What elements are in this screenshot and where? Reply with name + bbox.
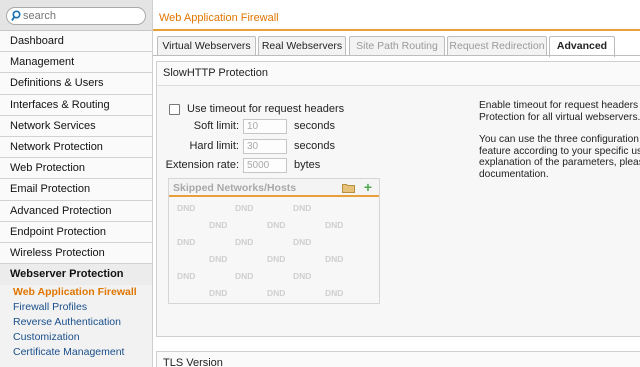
dnd-placeholder: DND <box>177 271 196 281</box>
dnd-placeholder: DND <box>267 254 286 264</box>
sidebar-item-network-protection[interactable]: Network Protection <box>0 136 152 159</box>
dnd-placeholder: DND <box>267 288 286 298</box>
sidebar-item-management[interactable]: Management <box>0 52 152 74</box>
hard-limit-input[interactable] <box>243 139 287 154</box>
sidebar-subitem-reverse-authentication[interactable]: Reverse Authentication <box>0 315 152 330</box>
tab-site-path-routing[interactable]: Site Path Routing <box>349 36 445 56</box>
sidebar-item-definitions-users[interactable]: Definitions & Users <box>0 73 152 95</box>
help-text: Enable timeout for request headers to a … <box>479 100 640 191</box>
slowhttp-title: SlowHTTP Protection <box>157 62 640 86</box>
dnd-placeholder: DND <box>293 271 312 281</box>
sidebar-item-advanced-protection[interactable]: Advanced Protection <box>0 200 152 222</box>
search-input[interactable] <box>23 9 143 23</box>
sidebar-subitem-firewall-profiles[interactable]: Firewall Profiles <box>0 300 152 315</box>
skipped-networks-box[interactable]: Skipped Networks/Hosts + DND DND DND DND DND… <box>168 178 380 304</box>
dnd-placeholder: DND <box>209 254 228 264</box>
dnd-placeholder: DND <box>235 271 254 281</box>
sidebar-item-interfaces-routing[interactable]: Interfaces & Routing <box>0 94 152 116</box>
dnd-placeholder: DND <box>325 254 344 264</box>
soft-limit-unit: seconds <box>294 120 335 132</box>
hard-limit-unit: seconds <box>294 140 335 152</box>
help-line: explanation of the parameters, please c <box>479 157 640 168</box>
dnd-placeholder: DND <box>293 237 312 247</box>
timeout-checkbox[interactable] <box>169 104 180 115</box>
dnd-placeholder: DND <box>235 203 254 213</box>
sidebar-item-endpoint-protection[interactable]: Endpoint Protection <box>0 221 152 243</box>
sidebar-item-dashboard[interactable]: Dashboard <box>0 31 152 53</box>
slowhttp-panel: SlowHTTP Protection Use timeout for requ… <box>156 61 640 337</box>
search-area <box>0 0 152 31</box>
page-header: Web Application Firewall <box>153 0 640 31</box>
sidebar-item-network-services[interactable]: Network Services <box>0 115 152 137</box>
page-title: Web Application Firewall <box>159 12 279 24</box>
dnd-placeholder: DND <box>209 288 228 298</box>
folder-icon[interactable] <box>342 183 355 193</box>
sidebar: Dashboard Management Definitions & Users… <box>0 0 153 367</box>
sidebar-subitem-certificate-management[interactable]: Certificate Management <box>0 345 152 360</box>
help-line: You can use the three configuration pa <box>479 134 640 145</box>
extension-rate-unit: bytes <box>294 159 321 171</box>
hard-limit-label: Hard limit: <box>189 140 239 152</box>
sidebar-subitem-customization[interactable]: Customization <box>0 330 152 345</box>
tab-divider <box>153 55 640 56</box>
sidebar-item-email-protection[interactable]: Email Protection <box>0 179 152 201</box>
help-line: feature according to your specific usag <box>479 145 640 157</box>
help-line: Enable timeout for request headers to a <box>479 100 640 111</box>
main-content: Web Application Firewall Virtual Webserv… <box>153 0 640 367</box>
extension-rate-label: Extension rate: <box>165 159 239 171</box>
dnd-placeholder: DND <box>293 203 312 213</box>
extension-rate-input[interactable] <box>243 158 287 173</box>
dnd-placeholder: DND <box>325 220 344 230</box>
slowhttp-body: Use timeout for request headers Soft lim… <box>157 86 640 336</box>
sidebar-item-web-protection[interactable]: Web Protection <box>0 158 152 180</box>
sidebar-subitem-web-application-firewall[interactable]: Web Application Firewall <box>0 285 152 300</box>
tab-advanced[interactable]: Advanced <box>549 36 615 57</box>
dnd-placeholder: DND <box>325 288 344 298</box>
dnd-placeholder: DND <box>177 203 196 213</box>
add-icon[interactable]: + <box>364 179 372 195</box>
dnd-placeholder: DND <box>235 237 254 247</box>
timeout-checkbox-label[interactable]: Use timeout for request headers <box>187 103 344 115</box>
tab-real-webservers[interactable]: Real Webservers <box>258 36 346 56</box>
soft-limit-label: Soft limit: <box>193 120 239 132</box>
skipped-networks-title: Skipped Networks/Hosts <box>173 182 297 194</box>
tls-version-panel: TLS Version <box>156 351 640 367</box>
search-box[interactable] <box>6 7 146 25</box>
dnd-placeholder: DND <box>177 237 196 247</box>
tls-version-title: TLS Version <box>163 357 223 367</box>
tab-request-redirection[interactable]: Request Redirection <box>447 36 547 56</box>
dnd-placeholder: DND <box>209 220 228 230</box>
help-line: documentation. <box>479 168 549 180</box>
tab-virtual-webservers[interactable]: Virtual Webservers <box>157 36 256 56</box>
search-icon <box>11 10 21 21</box>
sidebar-group-webserver-protection[interactable]: Webserver Protection <box>0 264 152 286</box>
soft-limit-input[interactable] <box>243 119 287 134</box>
help-line: Protection for all virtual webservers. <box>479 111 640 123</box>
sidebar-item-wireless-protection[interactable]: Wireless Protection <box>0 242 152 265</box>
dnd-placeholder: DND <box>267 220 286 230</box>
